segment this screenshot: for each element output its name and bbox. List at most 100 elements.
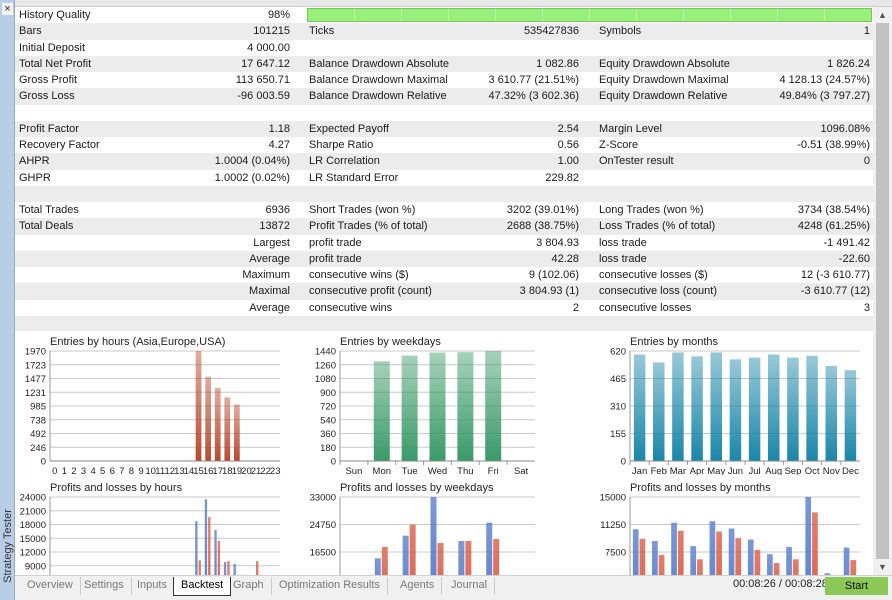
x-tick-label: 3 <box>81 466 86 475</box>
y-tick-label: 0 <box>621 457 626 468</box>
stats-label-3: loss trade <box>599 236 647 249</box>
tab-backtest[interactable]: Backtest <box>173 577 232 596</box>
x-tick-label: Apr <box>690 466 705 475</box>
x-tick-label: Jan <box>632 466 647 475</box>
y-tick-label: 24750 <box>310 520 336 531</box>
tab-agents[interactable]: Agents <box>393 577 443 595</box>
bar <box>716 531 722 575</box>
stats-value-2: 2.54 <box>557 122 579 135</box>
bar <box>401 355 418 461</box>
bar <box>224 397 231 461</box>
y-tick-label: 310 <box>610 402 626 413</box>
stats-value-2: 42.28 <box>551 252 579 265</box>
bar <box>672 352 684 461</box>
scroll-down-icon[interactable]: ▼ <box>873 560 892 574</box>
bar <box>805 497 812 575</box>
scroll-up-icon[interactable]: ▲ <box>873 8 892 22</box>
stats-label-3: Equity Drawdown Relative <box>599 90 728 103</box>
stats-value-3: 3 <box>863 301 870 314</box>
start-button[interactable]: Start <box>825 577 888 595</box>
bar <box>658 554 665 575</box>
stats-value-1: -96 003.59 <box>237 90 290 103</box>
x-tick-label: 8 <box>129 466 134 475</box>
bar <box>485 351 502 461</box>
bar <box>792 559 799 575</box>
y-tick-label: 1723 <box>25 360 46 371</box>
bar <box>729 359 742 461</box>
x-tick-label: 1 <box>62 466 67 475</box>
stats-value-3: 1 826.24 <box>827 57 870 70</box>
bar <box>812 512 818 575</box>
stats-row: Gross Loss -96 003.59 Balance Drawdown Rel… <box>15 88 873 105</box>
stats-value-1: 13872 <box>259 220 290 233</box>
y-tick-label: 33000 <box>310 493 336 504</box>
bar <box>844 370 857 461</box>
x-tick-label: Dec <box>842 466 859 475</box>
tab-optimization-results[interactable]: Optimization Results <box>272 577 388 595</box>
stats-value-1: 1.0002 (0.02%) <box>214 171 290 184</box>
bar <box>373 361 390 461</box>
bar <box>728 528 735 575</box>
x-tick-label: 4 <box>90 466 95 475</box>
stats-value-2: 47.32% (3 602.36) <box>488 90 579 103</box>
y-tick-label: 1477 <box>25 374 46 385</box>
bar <box>806 355 818 461</box>
stats-row: Bars 101215 Ticks 535427836 Symbols 1 <box>15 23 873 40</box>
x-tick-label: Fri <box>488 466 499 475</box>
stats-label-2: Balance Drawdown Relative <box>309 90 447 103</box>
chart-2: Entries by months 0 155 310 465 620 Jan Feb Mar A… <box>595 331 873 475</box>
chart-title: Entries by hours (Asia,Europe,USA) <box>50 336 225 348</box>
stats-value-3: 12 (-3 610.77) <box>800 269 870 281</box>
bar <box>632 529 639 575</box>
tab-graph[interactable]: Graph <box>226 577 272 595</box>
stats-row: Average consecutive wins 2 consecutive loss… <box>15 300 873 316</box>
bar <box>639 538 646 575</box>
bar <box>437 543 444 575</box>
bar <box>652 541 658 575</box>
elapsed-timer: 00:08:26 / 00:08:28 <box>733 578 828 590</box>
stats-label-3: consecutive losses ($) <box>599 269 708 281</box>
stats-row: Gross Profit 113 650.71 Balance Drawdown M… <box>15 72 873 88</box>
y-tick-label: 7500 <box>605 548 626 559</box>
history-quality-bar <box>307 8 872 22</box>
x-tick-label: Feb <box>651 466 667 475</box>
stats-row: Average profit trade 42.28 loss trade -22.60 <box>15 250 873 267</box>
close-icon[interactable]: × <box>2 3 13 15</box>
stats-value-1: Maximum <box>242 269 290 281</box>
stats-value-2: 3 610.77 (21.51%) <box>488 74 579 86</box>
stats-value-3: -1 491.42 <box>823 236 870 249</box>
y-tick-label: 1080 <box>315 374 336 385</box>
stats-value-3: 1 <box>863 25 870 38</box>
vertical-scrollbar[interactable]: ▲ ▼ <box>873 7 892 575</box>
stats-value-1: 1.0004 (0.04%) <box>214 155 290 168</box>
bar <box>402 535 409 575</box>
y-tick-label: 492 <box>30 429 46 440</box>
stats-value-2: 2 <box>572 301 579 314</box>
x-tick-label: Tue <box>402 466 418 475</box>
bar <box>234 404 240 461</box>
stats-value-3: 4248 (61.25%) <box>797 220 870 233</box>
tab-settings[interactable]: Settings <box>77 577 132 595</box>
bar <box>493 539 500 575</box>
bar <box>850 560 857 575</box>
y-tick-label: 720 <box>320 402 336 413</box>
y-tick-label: 900 <box>320 388 336 399</box>
stats-row: Profit Factor 1.18 Expected Payoff 2.54 Marg… <box>15 120 873 137</box>
stats-value-1: 113 650.71 <box>235 74 290 86</box>
bar <box>748 357 761 461</box>
bar <box>457 352 474 461</box>
bar <box>217 541 221 575</box>
tab-overview[interactable]: Overview <box>20 577 81 595</box>
bar <box>747 539 754 575</box>
bar <box>195 351 202 461</box>
tab-inputs[interactable]: Inputs <box>130 577 175 595</box>
bar <box>710 352 722 461</box>
tab-journal[interactable]: Journal <box>444 577 496 595</box>
y-tick-label: 18000 <box>20 520 46 531</box>
stats-value-3: 49.84% (3 797.27) <box>779 90 870 103</box>
y-tick-label: 15000 <box>20 534 46 545</box>
scrollbar-thumb[interactable] <box>876 23 889 559</box>
bar <box>671 522 677 575</box>
bar <box>690 546 697 575</box>
bar <box>843 547 850 575</box>
